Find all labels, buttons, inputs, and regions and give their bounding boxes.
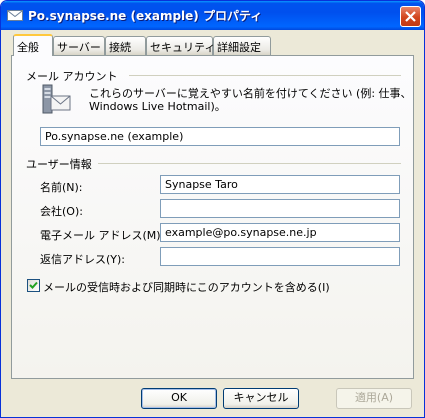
window-title: Po.synapse.ne (example) プロパティ xyxy=(28,9,263,23)
include-account-checkbox[interactable] xyxy=(27,279,40,292)
email-input[interactable]: example@po.synapse.ne.jp xyxy=(160,223,400,242)
tab-advanced[interactable]: 詳細設定 xyxy=(213,36,271,55)
company-label: 会社(O): xyxy=(40,205,83,218)
include-account-label[interactable]: メールの受信時および同期時にこのアカウントを含める(I) xyxy=(43,279,330,295)
checkmark-icon xyxy=(29,281,38,289)
tab-security[interactable]: セキュリティ xyxy=(146,36,215,55)
user-info-heading: ユーザー情報 xyxy=(26,158,92,171)
apply-button[interactable]: 適用(A) xyxy=(336,388,412,409)
mail-account-description-line2: Windows Live Hotmail)。 xyxy=(89,100,226,113)
tab-general[interactable]: 全般 xyxy=(13,34,53,56)
mail-account-icon xyxy=(7,8,23,22)
reply-address-input[interactable] xyxy=(160,247,400,266)
company-input[interactable] xyxy=(160,199,400,218)
tab-servers[interactable]: サーバー xyxy=(53,36,105,55)
title-bar: Po.synapse.ne (example) プロパティ xyxy=(1,1,424,30)
ok-button[interactable]: OK xyxy=(141,388,217,409)
tab-connection[interactable]: 接続 xyxy=(105,36,146,55)
mail-account-heading: メール アカウント xyxy=(26,70,118,83)
user-info-divider xyxy=(98,163,401,164)
close-button[interactable] xyxy=(400,6,421,27)
name-label: 名前(N): xyxy=(40,181,83,194)
account-name-input[interactable]: Po.synapse.ne (example) xyxy=(40,127,400,146)
reply-address-label: 返信アドレス(Y): xyxy=(40,253,126,266)
mail-server-icon xyxy=(40,84,72,116)
close-icon xyxy=(405,11,416,22)
mail-account-divider xyxy=(129,75,401,76)
email-label: 電子メール アドレス(M): xyxy=(40,229,165,242)
name-input[interactable]: Synapse Taro xyxy=(160,175,400,194)
cancel-button[interactable]: キャンセル xyxy=(223,388,299,409)
properties-dialog: Po.synapse.ne (example) プロパティ 全般 サーバー 接続… xyxy=(0,0,425,418)
general-tab-panel: メール アカウント これらのサーバーに覚えやすい名前を付けてください (例: 仕… xyxy=(11,55,414,379)
